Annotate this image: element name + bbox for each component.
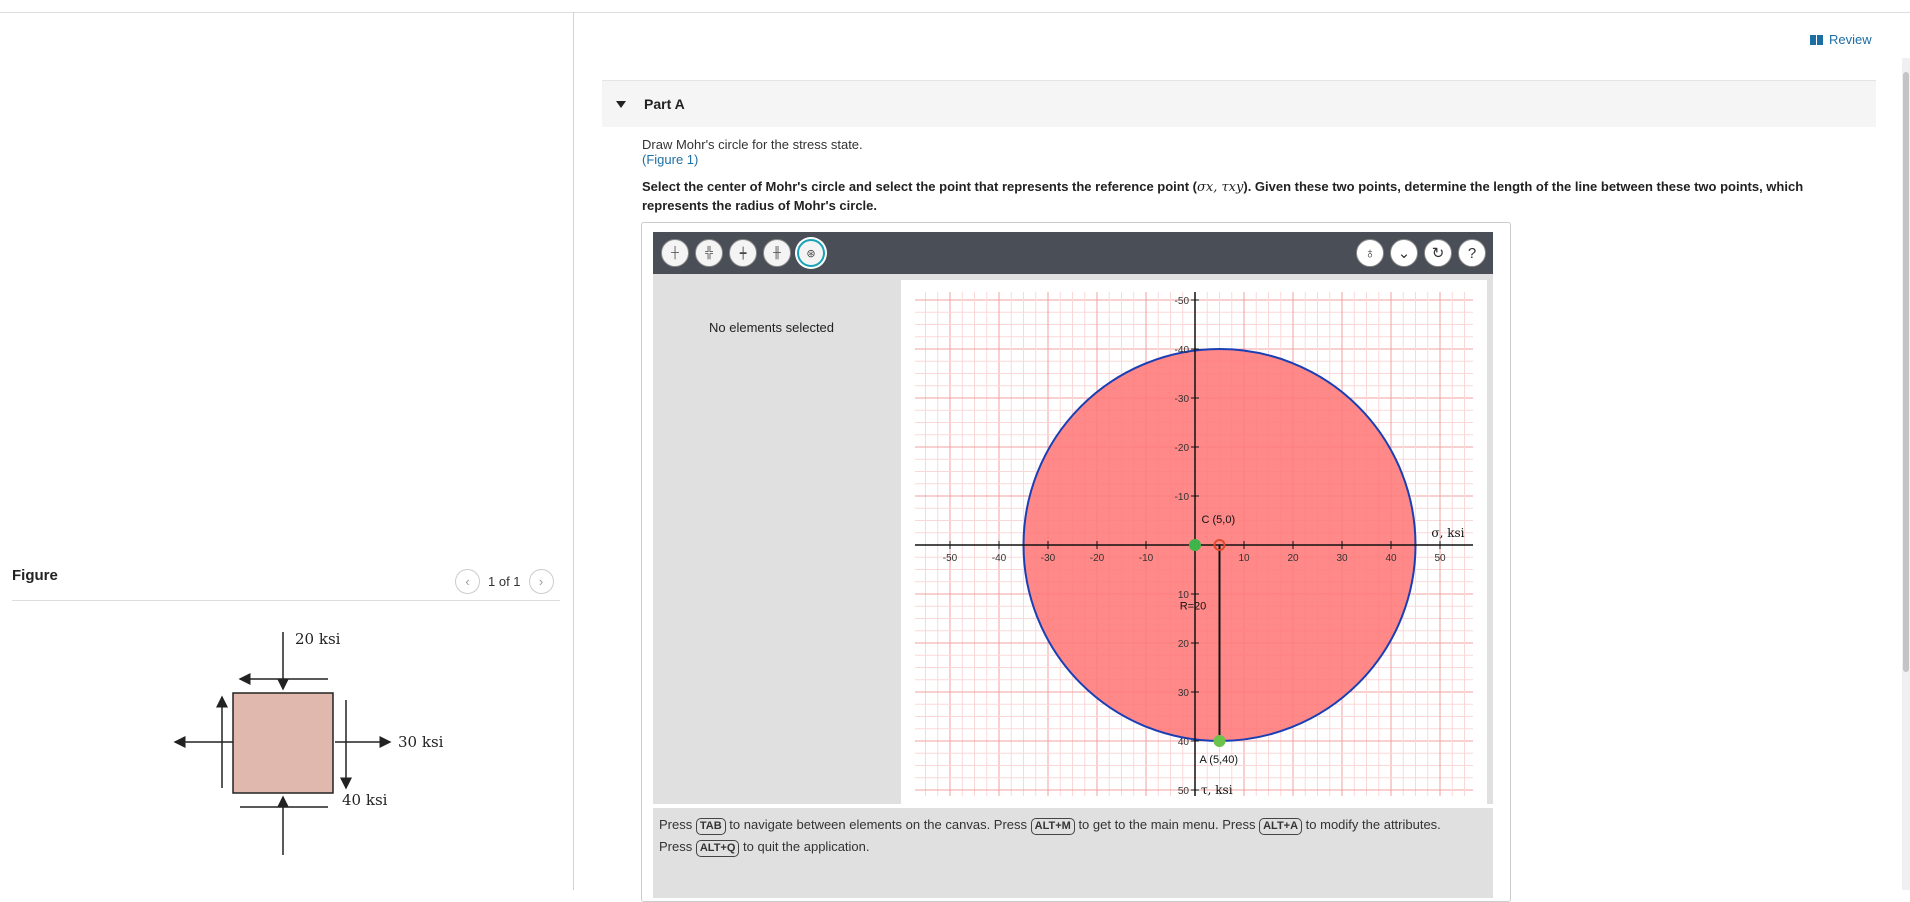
point-marker bbox=[1213, 735, 1226, 747]
review-label: Review bbox=[1829, 32, 1872, 47]
stress-element-figure: 20 ksi 30 ksi 40 ksi bbox=[173, 630, 444, 855]
tau-axis-label: τ, ksi bbox=[1201, 783, 1233, 797]
circle-tool-icon[interactable]: ╬ bbox=[695, 239, 723, 267]
reset-icon[interactable]: ↻ bbox=[1424, 239, 1452, 267]
hint-bulb-icon[interactable]: ♁ bbox=[1356, 239, 1384, 267]
top-rule bbox=[0, 12, 1910, 13]
x-tick-label: 40 bbox=[1385, 553, 1397, 564]
chevron-right-icon[interactable]: › bbox=[528, 569, 554, 594]
instruction-math: σx, τxy bbox=[1197, 180, 1244, 195]
help-icon[interactable]: ? bbox=[1458, 239, 1486, 267]
drawing-toolbar: ┼ ╬ ┿ ╫ ⊛ ♁ ⌄ ↻ ? bbox=[653, 232, 1493, 274]
kbd-tab: TAB bbox=[695, 818, 726, 835]
figure-link[interactable]: (Figure 1) bbox=[642, 152, 698, 167]
y-tick-label: 10 bbox=[1178, 590, 1190, 601]
kbd-alt-q: ALT+Q bbox=[695, 840, 740, 857]
stress-element bbox=[232, 692, 334, 794]
panel-divider bbox=[573, 12, 574, 890]
label-bottom: 40 ksi bbox=[342, 791, 388, 809]
mohr-circle-canvas[interactable]: -50 -40 -30 -20 -10 10 20 30 40 50 -50 -40 -30 -20 -10… bbox=[901, 280, 1487, 808]
figure-page-indicator: 1 of 1 bbox=[488, 574, 521, 589]
mohr-chart[interactable]: -50 -40 -30 -20 -10 10 20 30 40 50 -50 -40 -30 -20 -10… bbox=[901, 280, 1487, 808]
figure-pager: ‹ 1 of 1 › bbox=[455, 569, 554, 594]
y-tick-label: 20 bbox=[1178, 639, 1190, 650]
kbd-alt-a: ALT+A bbox=[1259, 818, 1303, 835]
center-point-tool-icon[interactable]: ┿ bbox=[729, 239, 757, 267]
review-link[interactable]: Review bbox=[1810, 32, 1872, 47]
label-top: 20 ksi bbox=[295, 630, 341, 648]
radius-label: R=20 bbox=[1180, 601, 1207, 613]
x-tick-label: 10 bbox=[1238, 553, 1250, 564]
x-tick-label: 50 bbox=[1434, 553, 1446, 564]
figure-rule bbox=[12, 600, 560, 601]
chevron-left-icon[interactable]: ‹ bbox=[455, 569, 480, 594]
x-tick-label: -30 bbox=[1041, 553, 1056, 564]
point-label: C (5,0) bbox=[1202, 514, 1236, 526]
part-a-header[interactable]: Part A bbox=[602, 80, 1876, 127]
question-prompt: Draw Mohr's circle for the stress state. bbox=[642, 137, 863, 152]
x-tick-label: -20 bbox=[1090, 553, 1105, 564]
point-tool-icon[interactable]: ┼ bbox=[661, 239, 689, 267]
page-scrollbar[interactable] bbox=[1902, 58, 1910, 890]
y-tick-label: -50 bbox=[1175, 296, 1190, 307]
part-title: Part A bbox=[644, 96, 685, 112]
point-marker bbox=[1189, 539, 1201, 551]
element-side-panel: No elements selected bbox=[653, 274, 897, 804]
kbd-alt-m: ALT+M bbox=[1030, 818, 1075, 835]
figure-title: Figure bbox=[12, 567, 58, 584]
y-tick-label: -30 bbox=[1175, 394, 1190, 405]
line-tool-icon[interactable]: ╫ bbox=[763, 239, 791, 267]
y-tick-label: -10 bbox=[1175, 492, 1190, 503]
point-label: A (5,40) bbox=[1200, 754, 1239, 766]
chevron-down-icon[interactable]: ⌄ bbox=[1390, 239, 1418, 267]
y-tick-label: -20 bbox=[1175, 443, 1190, 454]
y-tick-label: 30 bbox=[1178, 688, 1190, 699]
question-instruction: Select the center of Mohr's circle and s… bbox=[642, 179, 1804, 213]
sigma-axis-label: σ, ksi bbox=[1431, 526, 1464, 540]
x-tick-label: -50 bbox=[943, 553, 958, 564]
y-tick-label: 40 bbox=[1178, 737, 1190, 748]
scrollbar-thumb[interactable] bbox=[1903, 72, 1909, 672]
x-tick-label: -10 bbox=[1139, 553, 1154, 564]
radius-tool-icon[interactable]: ⊛ bbox=[797, 239, 825, 267]
keyboard-help: Press TAB to navigate between elements o… bbox=[659, 814, 1489, 858]
y-tick-label: -40 bbox=[1175, 345, 1190, 356]
label-right: 30 ksi bbox=[398, 733, 444, 751]
x-tick-label: 30 bbox=[1336, 553, 1348, 564]
book-icon bbox=[1810, 34, 1823, 45]
x-tick-label: 20 bbox=[1287, 553, 1299, 564]
selection-status: No elements selected bbox=[709, 320, 835, 335]
x-tick-label: -40 bbox=[992, 553, 1007, 564]
y-tick-label: 50 bbox=[1178, 786, 1190, 797]
caret-down-icon bbox=[616, 100, 626, 108]
